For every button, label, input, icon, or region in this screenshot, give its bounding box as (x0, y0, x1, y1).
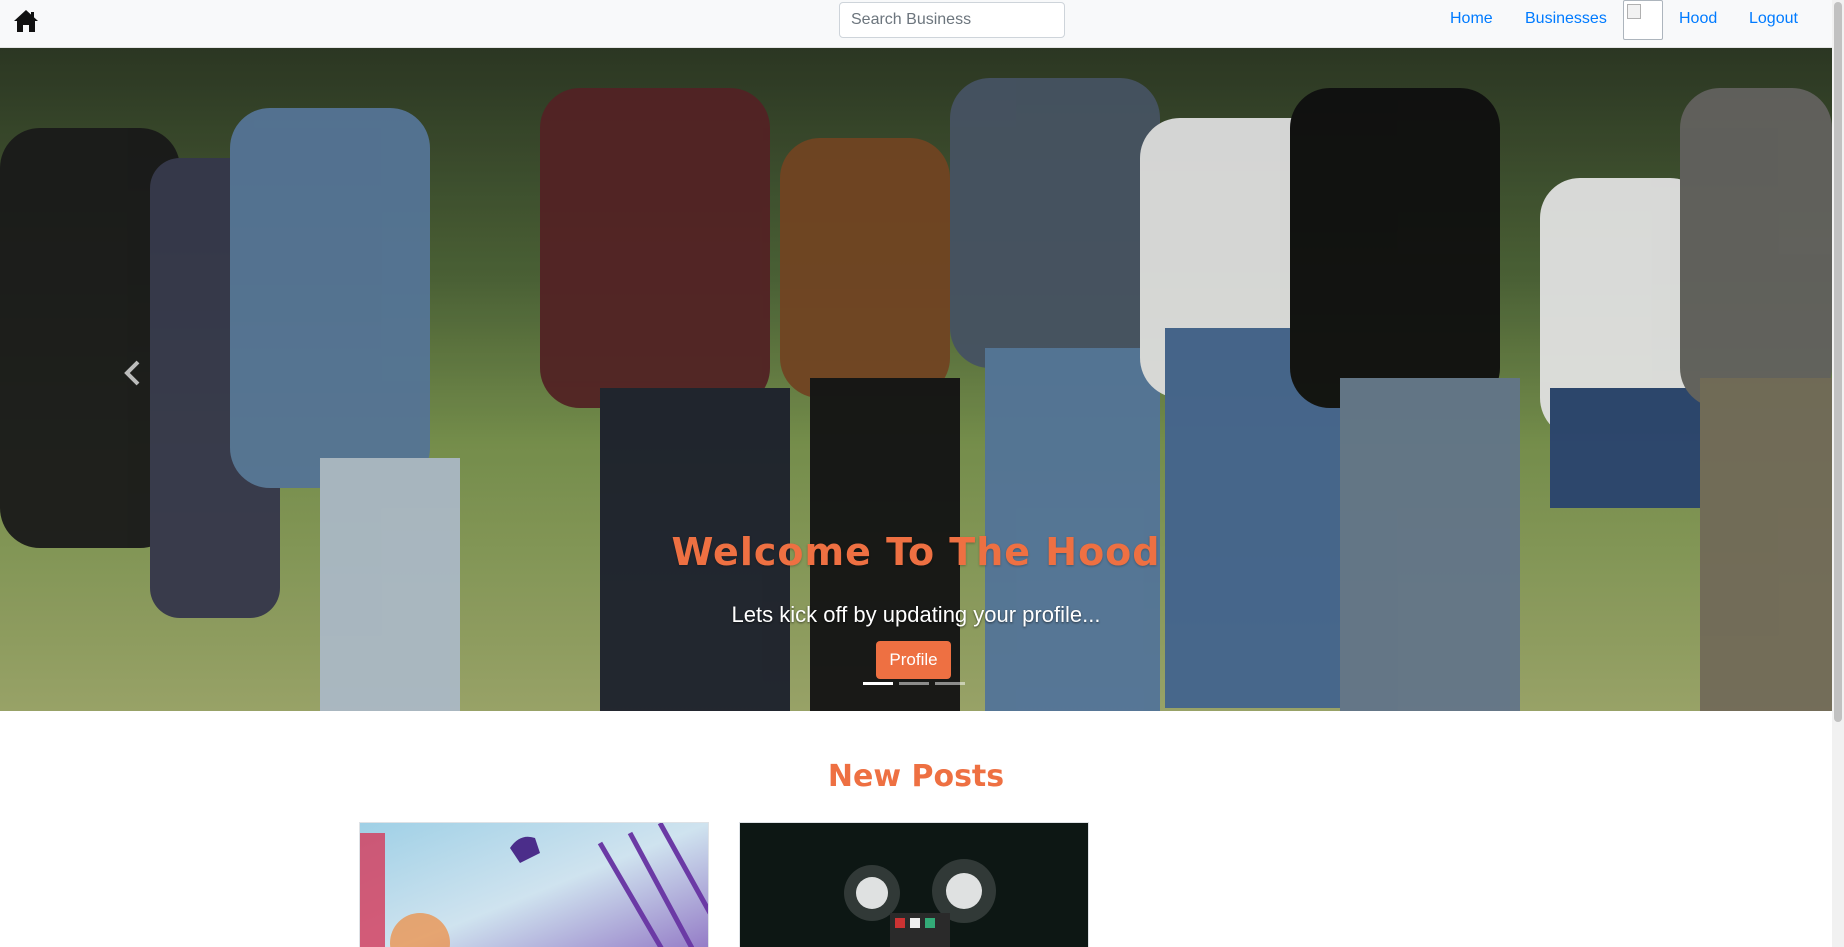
carousel-indicator[interactable] (863, 682, 893, 685)
carousel-indicators (863, 682, 967, 685)
home-icon[interactable] (13, 8, 39, 34)
nav-link-home[interactable]: Home (1450, 9, 1493, 29)
nav-link-businesses[interactable]: Businesses (1525, 9, 1607, 29)
post-card[interactable] (739, 822, 1089, 947)
carousel-indicator[interactable] (899, 682, 929, 685)
navbar: Home Businesses Hood Logout (0, 0, 1832, 48)
chevron-left-icon[interactable] (118, 358, 148, 388)
profile-button[interactable]: Profile (876, 641, 951, 679)
hero-subtitle: Lets kick off by updating your profile..… (731, 602, 1101, 627)
posts-heading: New Posts (827, 759, 1005, 794)
nav-link-hood[interactable]: Hood (1679, 9, 1717, 29)
carousel-indicator[interactable] (935, 682, 965, 685)
hero-carousel: Welcome To The Hood Lets kick off by upd… (0, 48, 1832, 711)
avatar[interactable] (1623, 0, 1663, 40)
post-image (740, 823, 1088, 947)
hero-title: Welcome To The Hood (671, 530, 1161, 574)
post-image (360, 823, 708, 947)
scrollbar[interactable] (1832, 0, 1844, 947)
search-input[interactable] (839, 2, 1065, 38)
scrollbar-thumb[interactable] (1834, 2, 1842, 722)
post-card[interactable] (359, 822, 709, 947)
nav-link-logout[interactable]: Logout (1749, 9, 1798, 29)
page: Home Businesses Hood Logout (0, 0, 1844, 947)
